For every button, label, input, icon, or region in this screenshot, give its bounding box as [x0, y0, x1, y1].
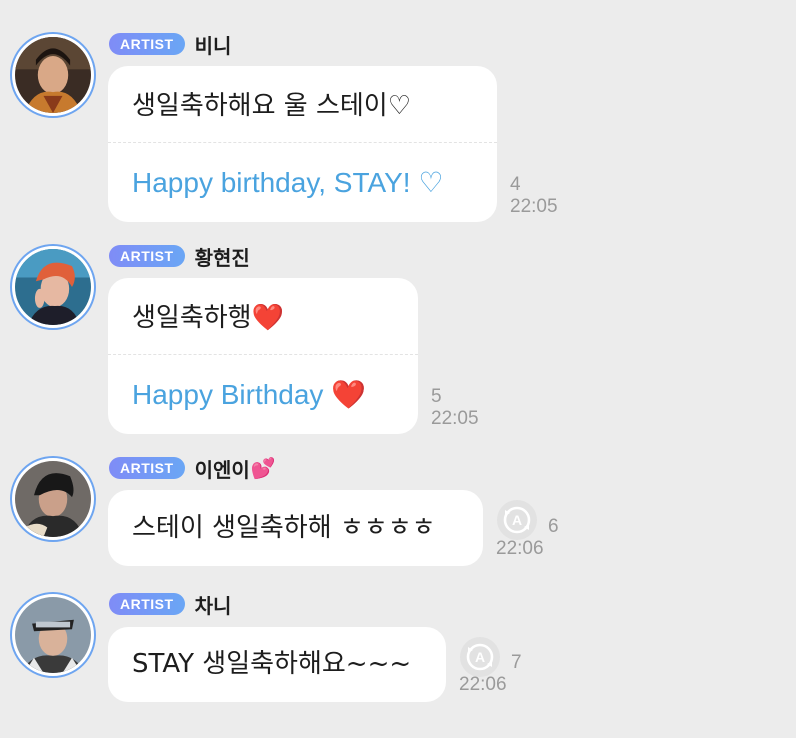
unread-count: 7 [511, 652, 522, 673]
avatar-image [15, 37, 91, 113]
artist-badge: ARTIST [109, 593, 185, 615]
message-text: 생일축하해요 울 스테이♡ [132, 91, 412, 121]
avatar-photo [15, 597, 91, 673]
avatar-image [15, 249, 91, 325]
unread-count: 5 [431, 386, 442, 407]
translation-text: Happy birthday, STAY! ♡ [132, 167, 444, 198]
sender-name: 차니 [194, 593, 232, 618]
sender-row: ARTIST 차니 [109, 591, 232, 618]
message-bubble[interactable]: 스테이 생일축하해 ㅎㅎㅎㅎ [108, 490, 483, 566]
sender-row: ARTIST 황현진 [109, 243, 250, 270]
sender-row: ARTIST 이엔이 💕 [109, 455, 276, 482]
two-hearts-emoji: 💕 [250, 456, 276, 480]
message-bubble[interactable]: STAY 생일축하해요~~~ [108, 627, 446, 702]
message-meta: 5 22:05 [431, 386, 479, 430]
sender-name: 이엔이 [194, 457, 250, 482]
timestamp: 22:06 [459, 674, 507, 695]
sender-name: 비니 [194, 33, 232, 58]
avatar[interactable] [10, 592, 96, 678]
timestamp: 22:05 [431, 408, 479, 429]
timestamp: 22:05 [510, 196, 558, 217]
message-meta: 7 22:06 [459, 652, 522, 696]
timestamp: 22:06 [496, 538, 544, 559]
avatar-photo [15, 37, 91, 113]
message-text: STAY 생일축하해요~~~ [132, 649, 412, 679]
artist-badge: ARTIST [109, 457, 185, 479]
message-text: 생일축하행❤️ [132, 303, 284, 333]
message-meta: 6 22:06 [496, 516, 559, 560]
message-meta: 4 22:05 [510, 174, 558, 218]
artist-badge: ARTIST [109, 245, 185, 267]
sender-row: ARTIST 비니 [109, 31, 232, 58]
translation-text: Happy Birthday ❤️ [132, 379, 367, 410]
avatar[interactable] [10, 32, 96, 118]
avatar-image [15, 597, 91, 673]
unread-count: 6 [548, 516, 559, 537]
unread-count: 4 [510, 174, 521, 195]
message-bubble[interactable]: 생일축하해요 울 스테이♡ Happy birthday, STAY! ♡ [108, 66, 497, 222]
message-text: 스테이 생일축하해 ㅎㅎㅎㅎ [132, 513, 436, 543]
avatar-photo [15, 249, 91, 325]
avatar[interactable] [10, 456, 96, 542]
artist-badge: ARTIST [109, 33, 185, 55]
avatar-image [15, 461, 91, 537]
message-bubble[interactable]: 생일축하행❤️ Happy Birthday ❤️ [108, 278, 418, 434]
avatar-photo [15, 461, 91, 537]
avatar[interactable] [10, 244, 96, 330]
sender-name: 황현진 [194, 245, 250, 270]
